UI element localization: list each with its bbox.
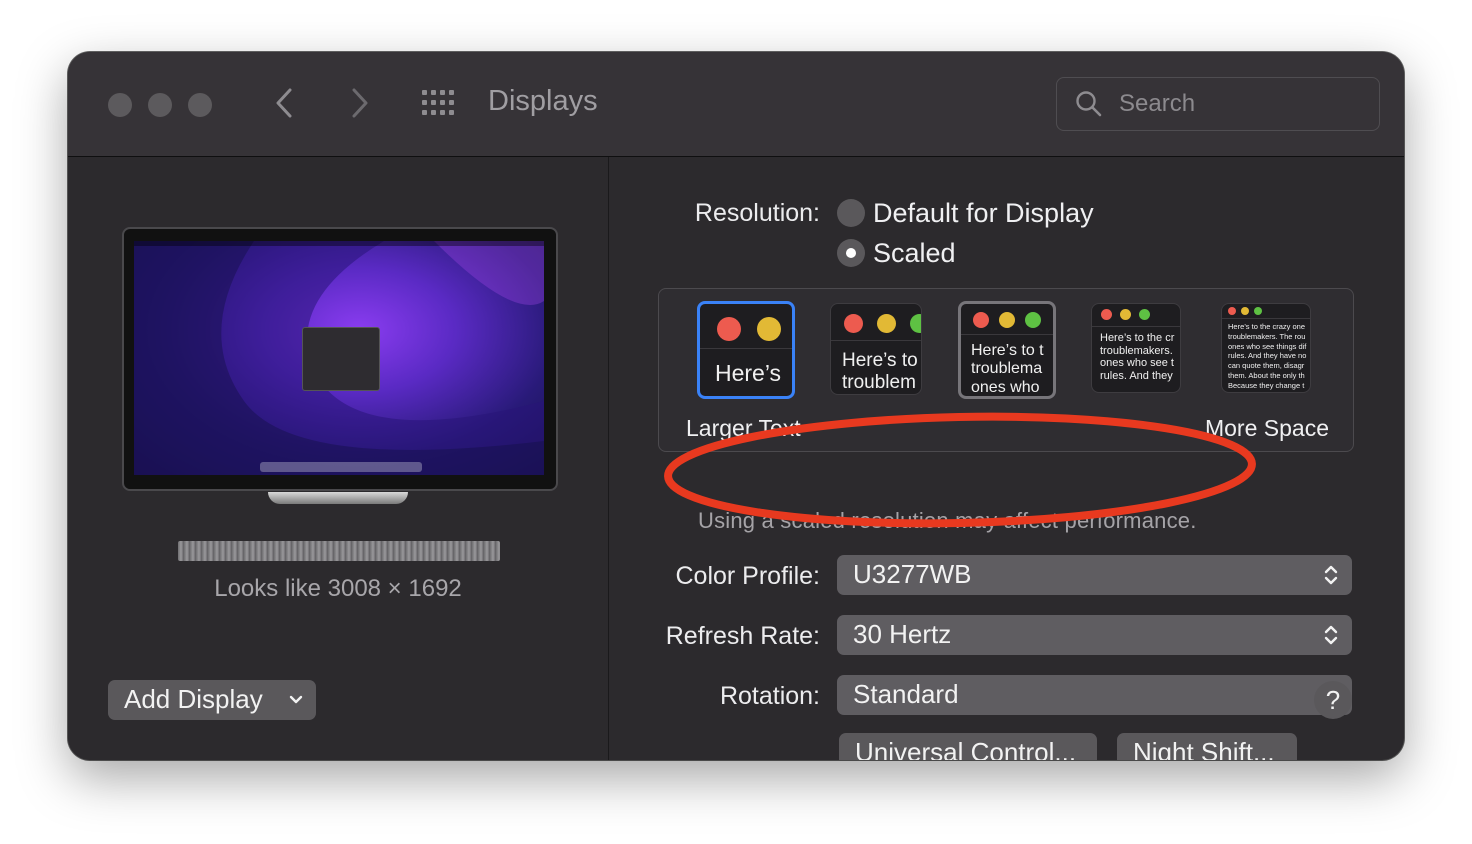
rotation-select[interactable]: Standard — [837, 675, 1352, 715]
back-button[interactable] — [268, 86, 302, 120]
scale-option-larger-text[interactable]: Here’s — [697, 301, 795, 399]
color-profile-value: U3277WB — [853, 559, 972, 589]
thumbnail-text: Here’s to troublem — [842, 350, 918, 393]
scale-option-4[interactable]: Here’s to the cr troublemakers. ones who… — [1091, 303, 1181, 393]
refresh-rate-value: 30 Hertz — [853, 619, 952, 649]
minimize-window-button[interactable] — [148, 93, 172, 117]
color-profile-label: Color Profile: — [675, 562, 821, 590]
scale-option-more-space[interactable]: Here’s to the crazy one troublemakers. T… — [1221, 303, 1311, 393]
window-title: Displays — [488, 85, 598, 117]
dock-graphic — [260, 462, 422, 472]
display-sidebar: Looks like 3008 × 1692 Add Display — [68, 157, 608, 760]
looks-like-resolution: Looks like 3008 × 1692 — [214, 575, 462, 602]
thumbnail-text: Here’s — [715, 360, 782, 386]
radio-default-for-display[interactable] — [837, 199, 865, 227]
monitor-stand — [268, 492, 408, 504]
refresh-rate-label: Refresh Rate: — [665, 622, 820, 650]
thumbnail-text: Here’s to t troublema ones who — [971, 342, 1044, 396]
thumbnail-text: Here’s to the crazy one troublemakers. T… — [1228, 322, 1307, 390]
add-display-button[interactable]: Add Display — [108, 680, 316, 720]
color-profile-select[interactable]: U3277WB — [837, 555, 1352, 595]
radio-scaled[interactable] — [837, 239, 865, 267]
display-settings: Resolution: Default for Display Scaled H… — [609, 157, 1404, 760]
rotation-label: Rotation: — [719, 682, 820, 710]
close-window-button[interactable] — [108, 93, 132, 117]
chevron-down-icon — [289, 695, 303, 704]
resolution-label: Resolution: — [694, 199, 820, 227]
larger-text-label: Larger Text — [686, 415, 801, 441]
scaled-label[interactable]: Scaled — [873, 238, 956, 269]
night-shift-label: Night Shift... — [1133, 737, 1275, 760]
system-preferences-window: Displays Looks like 3008 — [68, 52, 1404, 760]
performance-warning: Using a scaled resolution may affect per… — [698, 508, 1197, 533]
help-button[interactable]: ? — [1314, 681, 1352, 719]
rotation-value: Standard — [853, 679, 959, 709]
mini-window-graphic — [302, 327, 380, 391]
universal-control-button[interactable]: Universal Control... — [839, 733, 1097, 760]
title-bar: Displays — [68, 52, 1404, 157]
default-for-display-label[interactable]: Default for Display — [873, 198, 1094, 229]
thumbnail-text: Here’s to the cr troublemakers. ones who… — [1100, 332, 1175, 382]
show-all-button[interactable] — [420, 88, 454, 122]
more-space-label: More Space — [1204, 415, 1329, 441]
refresh-rate-select[interactable]: 30 Hertz — [837, 615, 1352, 655]
scaling-options-panel: Here’s Here’s to troublem Here’s to t tr… — [658, 288, 1354, 452]
chevron-left-icon — [276, 88, 292, 118]
grid-icon — [422, 90, 454, 115]
up-down-chevron-icon — [1324, 625, 1338, 645]
search-field[interactable] — [1056, 77, 1380, 131]
search-input[interactable] — [1117, 86, 1371, 122]
display-name-bar — [178, 541, 500, 561]
desktop-wallpaper — [134, 241, 544, 475]
display-preview — [122, 227, 558, 491]
up-down-chevron-icon — [1324, 565, 1338, 585]
chevron-right-icon — [352, 88, 368, 118]
scale-option-3[interactable]: Here’s to t troublema ones who — [958, 301, 1056, 399]
forward-button[interactable] — [342, 86, 376, 120]
add-display-label: Add Display — [124, 684, 263, 714]
universal-control-label: Universal Control... — [855, 737, 1077, 760]
night-shift-button[interactable]: Night Shift... — [1117, 733, 1297, 760]
zoom-window-button[interactable] — [188, 93, 212, 117]
scale-option-2[interactable]: Here’s to troublem — [830, 303, 922, 395]
search-icon — [1076, 91, 1102, 117]
